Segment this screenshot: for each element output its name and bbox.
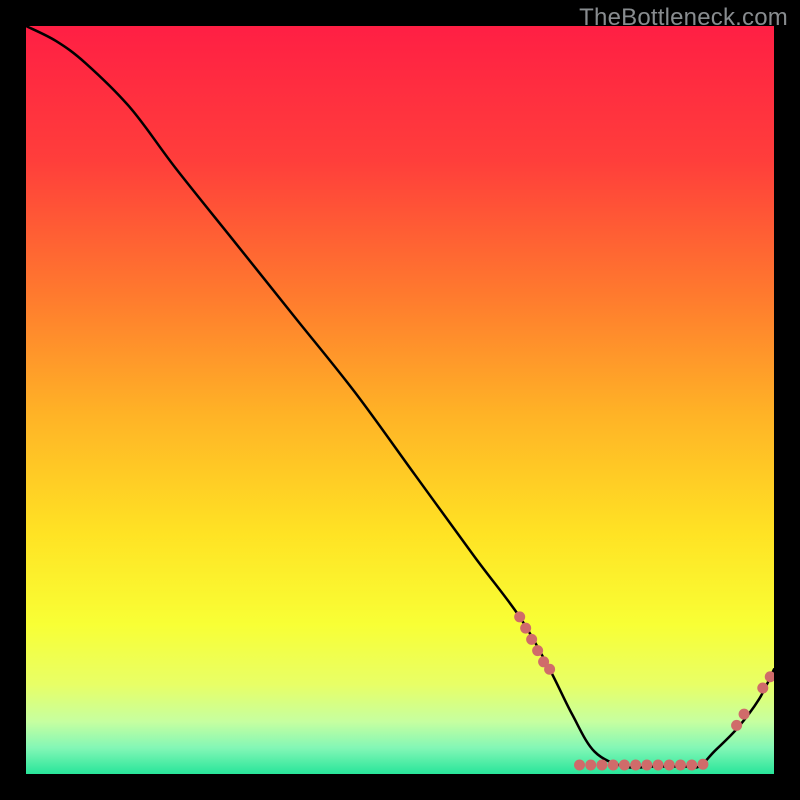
data-marker: [686, 760, 697, 771]
data-marker: [514, 611, 525, 622]
data-marker: [739, 709, 750, 720]
data-marker: [532, 645, 543, 656]
data-marker: [757, 682, 768, 693]
data-marker: [675, 760, 686, 771]
data-marker: [641, 760, 652, 771]
data-marker: [630, 760, 641, 771]
data-marker: [526, 634, 537, 645]
bottleneck-chart: [26, 26, 774, 774]
data-marker: [697, 759, 708, 770]
data-marker: [664, 760, 675, 771]
chart-stage: TheBottleneck.com: [0, 0, 800, 800]
data-marker: [585, 760, 596, 771]
data-marker: [608, 760, 619, 771]
data-marker: [520, 623, 531, 634]
data-marker: [574, 760, 585, 771]
data-marker: [544, 664, 555, 675]
watermark-text: TheBottleneck.com: [579, 4, 788, 32]
data-marker: [596, 760, 607, 771]
data-marker: [731, 720, 742, 731]
gradient-background: [26, 26, 774, 774]
data-marker: [619, 760, 630, 771]
data-marker: [653, 760, 664, 771]
